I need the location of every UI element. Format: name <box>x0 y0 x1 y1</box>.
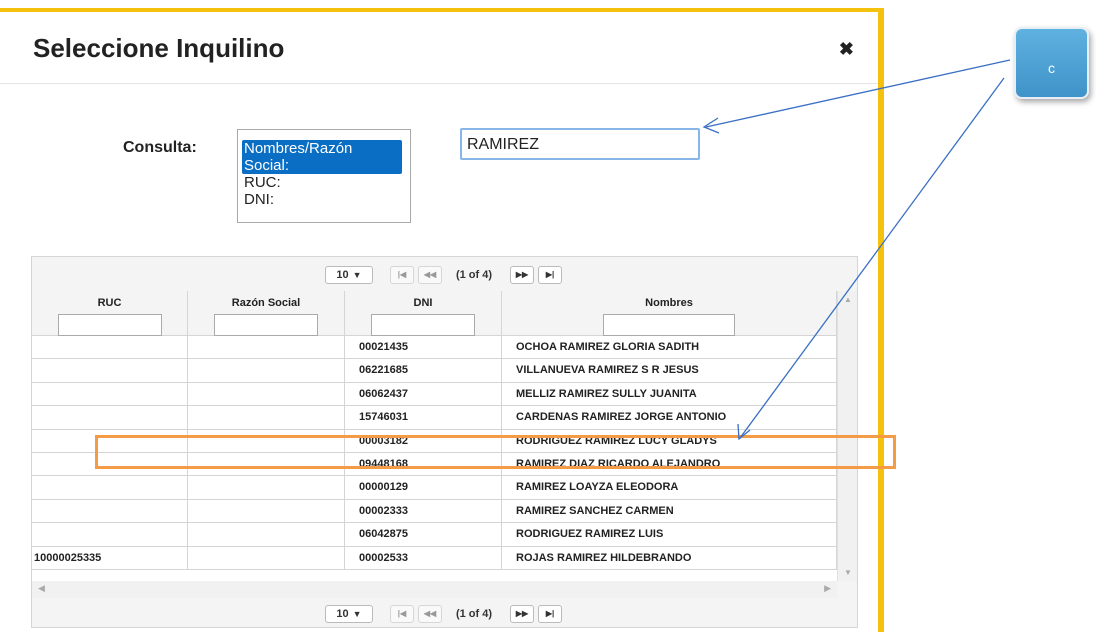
cell-razon-social <box>188 336 345 359</box>
rows-per-page-select[interactable]: 10 ▼ <box>324 265 373 284</box>
cell-razon-social <box>188 359 345 382</box>
table-row[interactable]: 06062437 MELLIZ RAMIREZ SULLY JUANITA <box>32 382 837 407</box>
cell-razon-social <box>188 476 345 499</box>
cell-dni: 00000129 <box>345 476 502 499</box>
select-tenant-dialog: Seleccione Inquilino ✖ Consulta: Nombres… <box>0 8 884 632</box>
table-header: RUC Razón Social DNI Nombres <box>32 291 837 336</box>
cell-ruc <box>32 336 188 359</box>
cell-nombres: MELLIZ RAMIREZ SULLY JUANITA <box>502 382 837 406</box>
table-row[interactable]: 06042875 RODRIGUEZ RAMIREZ LUIS <box>32 523 837 547</box>
chevron-down-icon: ▼ <box>352 608 362 619</box>
cell-dni: 06221685 <box>345 359 502 382</box>
cell-dni: 00021435 <box>345 336 502 359</box>
table-row[interactable]: 00002333 RAMIREZ SANCHEZ CARMEN <box>32 499 837 524</box>
first-page-button[interactable]: |◀ <box>389 265 414 284</box>
cell-nombres: CARDENAS RAMIREZ JORGE ANTONIO <box>502 406 837 429</box>
cell-nombres: ROJAS RAMIREZ HILDEBRANDO <box>502 546 837 569</box>
cell-dni: 06042875 <box>345 523 502 546</box>
last-page-button[interactable]: ▶| <box>538 604 563 623</box>
query-label: Consulta: <box>123 139 197 156</box>
table-row[interactable]: 15746031 CARDENAS RAMIREZ JORGE ANTONIO <box>32 406 837 430</box>
scroll-right-icon[interactable]: ▶ <box>824 583 831 594</box>
cell-razon-social <box>188 499 345 523</box>
cell-ruc: 10000025335 <box>32 546 188 569</box>
cell-razon-social <box>188 523 345 546</box>
callout-label: c <box>1048 60 1055 76</box>
cell-dni: 15746031 <box>345 406 502 429</box>
column-header-nombres: Nombres <box>502 291 837 336</box>
cell-razon-social <box>188 382 345 406</box>
search-input[interactable] <box>460 128 700 160</box>
cell-nombres: RODRIGUEZ RAMIREZ LUIS <box>502 523 837 546</box>
cell-ruc <box>32 523 188 546</box>
cell-ruc <box>32 476 188 499</box>
option-dni[interactable]: DNI: <box>242 191 406 208</box>
query-type-listbox[interactable]: Nombres/Razón Social: RUC: DNI: <box>237 129 411 223</box>
chevron-down-icon: ▼ <box>352 269 362 280</box>
cell-ruc <box>32 499 188 523</box>
rows-per-page-value: 10 <box>336 268 349 281</box>
cell-nombres: VILLANUEVA RAMIREZ S R JESUS <box>502 359 837 382</box>
table-row[interactable]: 00000129 RAMIREZ LOAYZA ELEODORA <box>32 476 837 500</box>
callout-badge: c <box>1014 27 1089 99</box>
filter-ruc-input[interactable] <box>57 314 162 336</box>
page-info: (1 of 4) <box>455 607 493 620</box>
page-info: (1 of 4) <box>455 268 493 281</box>
dialog-title: Seleccione Inquilino <box>33 33 285 63</box>
dialog-header: Seleccione Inquilino ✖ <box>0 12 878 84</box>
first-page-button[interactable]: |◀ <box>389 604 414 623</box>
column-header-ruc: RUC <box>32 291 188 336</box>
cell-razon-social <box>188 546 345 569</box>
rows-per-page-value: 10 <box>336 607 349 620</box>
horizontal-scrollbar[interactable]: ◀ ▶ <box>32 581 837 598</box>
filter-dni-input[interactable] <box>371 314 475 336</box>
cell-nombres: OCHOA RAMIREZ GLORIA SADITH <box>502 336 837 359</box>
column-title-dni: DNI <box>413 297 433 309</box>
highlight-box <box>95 435 896 469</box>
cell-dni: 00002333 <box>345 499 502 523</box>
column-header-razon-social: Razón Social <box>188 291 345 336</box>
rows-per-page-select[interactable]: 10 ▼ <box>324 604 373 623</box>
filter-nombres-input[interactable] <box>603 314 735 336</box>
table-row[interactable]: 10000025335 00002533 ROJAS RAMIREZ HILDE… <box>32 546 837 570</box>
option-ruc[interactable]: RUC: <box>242 174 406 191</box>
table-row[interactable]: 06221685 VILLANUEVA RAMIREZ S R JESUS <box>32 359 837 383</box>
cell-nombres: RAMIREZ SANCHEZ CARMEN <box>502 499 837 523</box>
column-header-dni: DNI <box>345 291 502 336</box>
cell-razon-social <box>188 406 345 429</box>
scroll-down-icon[interactable]: ▼ <box>844 568 852 577</box>
cell-ruc <box>32 359 188 382</box>
cell-nombres: RAMIREZ LOAYZA ELEODORA <box>502 476 837 499</box>
cell-dni: 06062437 <box>345 382 502 406</box>
last-page-button[interactable]: ▶| <box>538 265 563 284</box>
cell-dni: 00002533 <box>345 546 502 569</box>
paginator-bottom: 10 ▼ |◀ ◀◀ (1 of 4) ▶▶ ▶| <box>32 600 857 627</box>
prev-page-button[interactable]: ◀◀ <box>417 604 442 623</box>
filter-razon-social-input[interactable] <box>214 314 318 336</box>
scroll-up-icon[interactable]: ▲ <box>844 295 852 304</box>
column-title-ruc: RUC <box>97 297 122 309</box>
table-row[interactable]: 00021435 OCHOA RAMIREZ GLORIA SADITH <box>32 336 837 360</box>
prev-page-button[interactable]: ◀◀ <box>417 265 442 284</box>
column-title-razon-social: Razón Social <box>231 297 301 309</box>
paginator-top: 10 ▼ |◀ ◀◀ (1 of 4) ▶▶ ▶| <box>32 261 857 288</box>
scroll-left-icon[interactable]: ◀ <box>38 583 45 594</box>
option-nombres[interactable]: Nombres/Razón Social: <box>242 140 402 174</box>
column-title-nombres: Nombres <box>645 297 693 309</box>
next-page-button[interactable]: ▶▶ <box>510 604 535 623</box>
close-icon[interactable]: ✖ <box>839 40 854 58</box>
next-page-button[interactable]: ▶▶ <box>510 265 535 284</box>
cell-ruc <box>32 406 188 429</box>
cell-ruc <box>32 382 188 406</box>
